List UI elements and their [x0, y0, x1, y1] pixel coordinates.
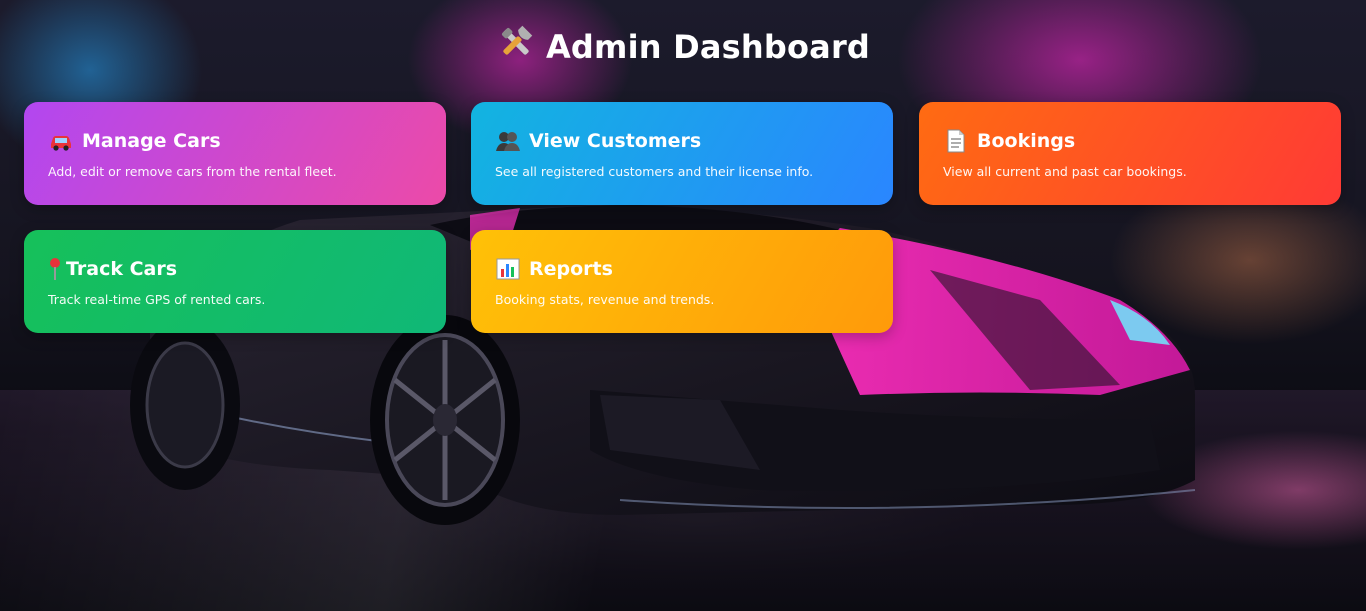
car-icon [48, 129, 74, 153]
card-title: View Customers [529, 130, 702, 152]
card-title: Reports [529, 258, 613, 280]
card-description: Add, edit or remove cars from the rental… [48, 164, 337, 179]
page-title-text: Admin Dashboard [545, 28, 871, 66]
reports-card[interactable]: Reports Booking stats, revenue and trend… [471, 230, 893, 333]
card-title: Manage Cars [82, 130, 221, 152]
card-description: See all registered customers and their l… [495, 164, 814, 179]
bar-chart-icon [495, 257, 521, 281]
pin-icon [48, 257, 62, 281]
document-icon [943, 129, 969, 153]
manage-cars-card[interactable]: Manage Cars Add, edit or remove cars fro… [24, 102, 446, 205]
view-customers-card[interactable]: View Customers See all registered custom… [471, 102, 893, 205]
bookings-card[interactable]: Bookings View all current and past car b… [919, 102, 1341, 205]
track-cars-card[interactable]: Track Cars Track real-time GPS of rented… [24, 230, 446, 333]
card-title: Track Cars [66, 258, 178, 280]
card-description: Booking stats, revenue and trends. [495, 292, 715, 307]
card-description: View all current and past car bookings. [943, 164, 1187, 179]
users-icon [495, 129, 521, 153]
page-title: Admin Dashboard [0, 22, 1366, 70]
tools-icon [496, 22, 536, 70]
card-description: Track real-time GPS of rented cars. [48, 292, 266, 307]
card-title: Bookings [977, 130, 1076, 152]
